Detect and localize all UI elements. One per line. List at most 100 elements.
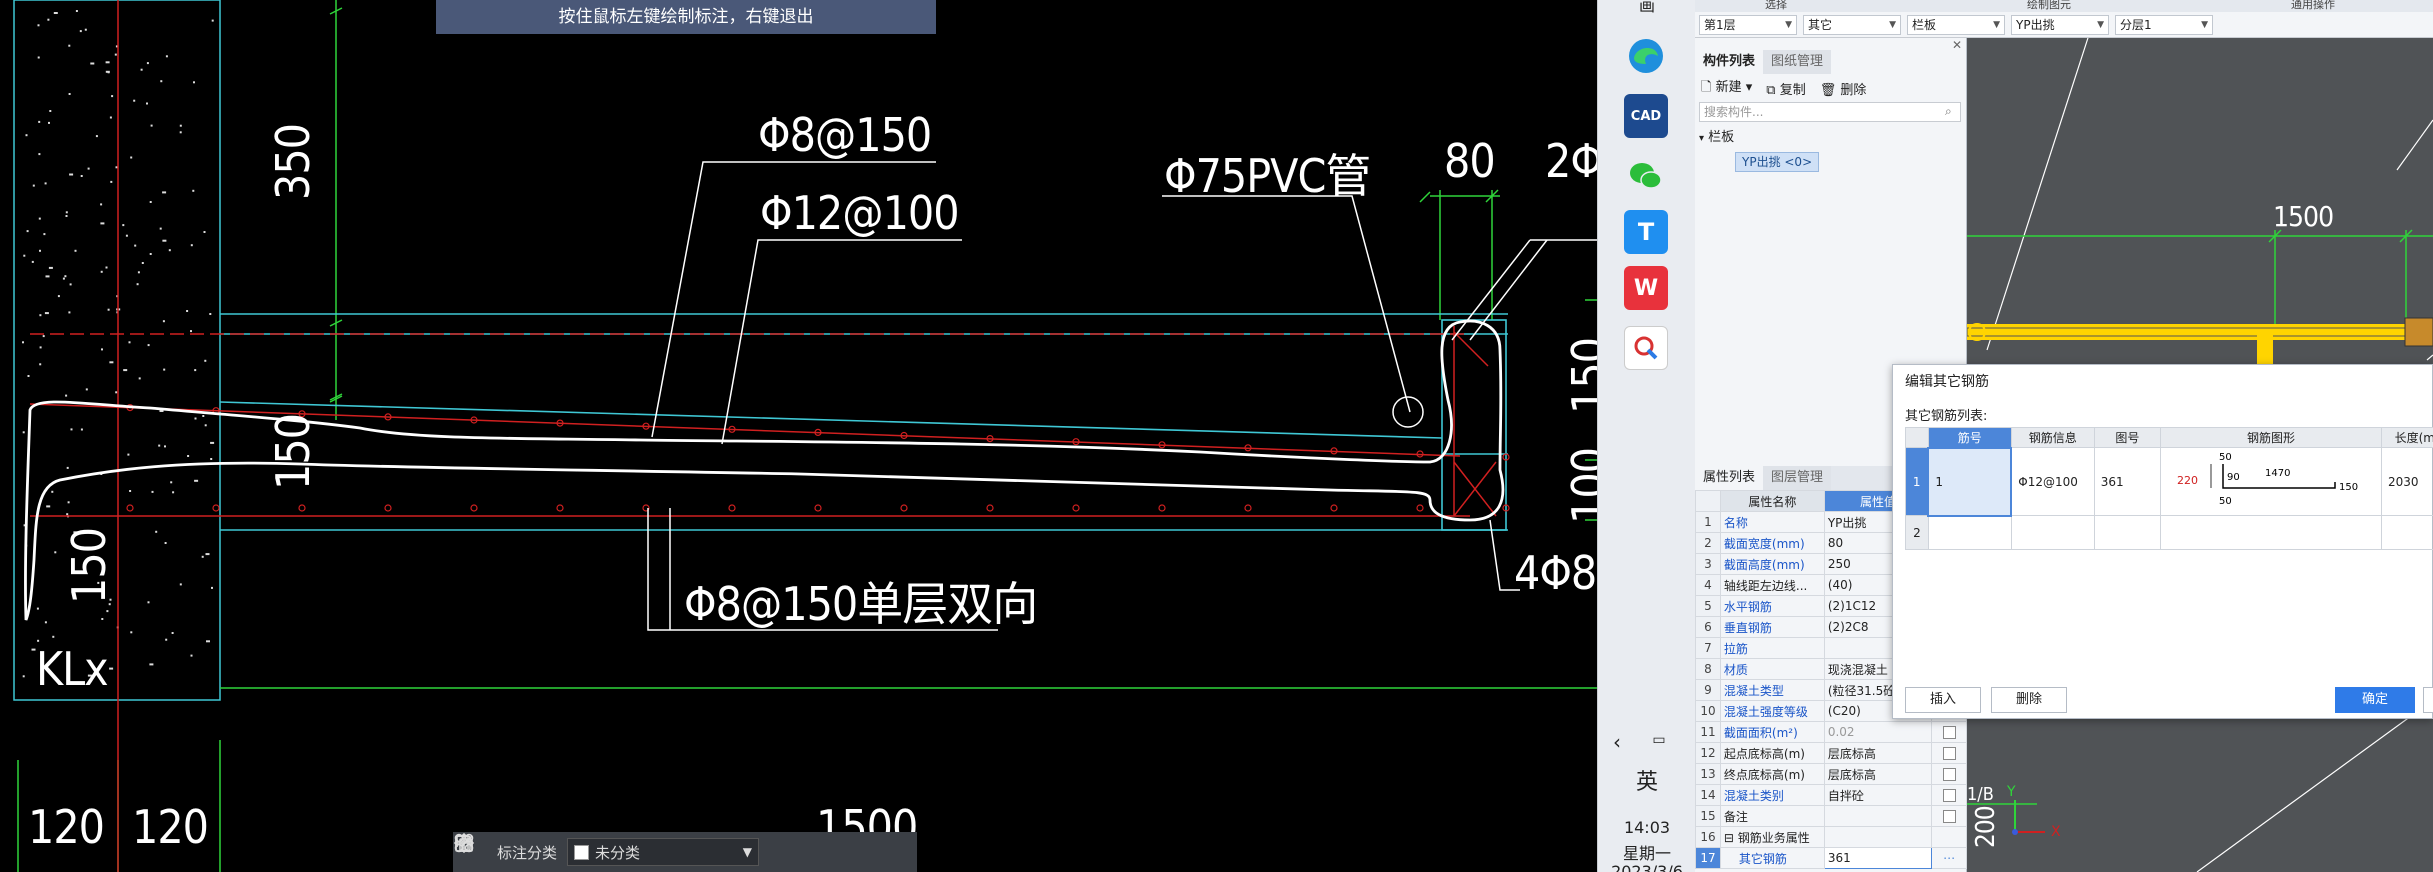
- checkbox[interactable]: [1942, 747, 1956, 760]
- property-row[interactable]: 17 其它钢筋 361 ⋯: [1695, 847, 1967, 869]
- cell-figure-no[interactable]: [2093, 515, 2162, 550]
- layer-value: 分层1: [2120, 18, 2152, 32]
- cell-bar-info[interactable]: Φ12@100: [2010, 447, 2095, 516]
- rebar-row[interactable]: 2: [1905, 515, 2433, 550]
- ribbon-group-draw[interactable]: 绘制图元: [2027, 0, 2071, 12]
- new-button[interactable]: 🗋 新建 ▾: [1701, 76, 1752, 100]
- ime-indicator[interactable]: 英: [1598, 764, 1696, 796]
- ok-button[interactable]: 确定: [2335, 687, 2415, 713]
- checkbox[interactable]: [1942, 768, 1956, 781]
- property-row[interactable]: 14 混凝土类别 自拌砼: [1695, 784, 1967, 806]
- extra-checkbox[interactable]: [1931, 742, 1967, 764]
- property-value[interactable]: 层底标高: [1823, 763, 1933, 785]
- header-bar-shape: 钢筋图形: [2160, 427, 2382, 448]
- category-dropdown[interactable]: 其它 ▼: [1803, 14, 1901, 35]
- checkbox[interactable]: [1942, 726, 1956, 739]
- property-index: 13: [1695, 763, 1721, 785]
- chevron-down-icon: ▼: [1993, 19, 2000, 30]
- type-dropdown[interactable]: 栏板 ▼: [1907, 14, 2005, 35]
- cell-bar-no[interactable]: 1: [1927, 446, 2013, 517]
- cell-length[interactable]: [2380, 515, 2433, 550]
- extra-checkbox[interactable]: [1931, 721, 1967, 743]
- property-value[interactable]: 0.02: [1823, 721, 1933, 743]
- rebar-row[interactable]: 1 1 Φ12@100 361 220 50 90 1470 150 50 20…: [1905, 446, 2433, 517]
- clock-time[interactable]: 14:03: [1598, 818, 1696, 837]
- svg-text:90: 90: [2227, 472, 2240, 483]
- wps-icon[interactable]: W: [1624, 266, 1668, 310]
- edge-icon[interactable]: [1624, 34, 1668, 78]
- property-value[interactable]: 361: [1823, 847, 1933, 869]
- keyboard-icon[interactable]: ▭: [1610, 732, 1708, 748]
- tab-drawing-management[interactable]: 图纸管理: [1763, 50, 1832, 74]
- cancel-button[interactable]: [2423, 687, 2433, 713]
- property-row[interactable]: 11 截面面积(m²) 0.02: [1695, 721, 1967, 743]
- ribbon-group-common[interactable]: 通用操作: [2291, 0, 2335, 12]
- delete-button[interactable]: 🗑 删除: [1820, 79, 1867, 98]
- annotation-category-select[interactable]: 未分类 ▼: [567, 838, 760, 866]
- component-dropdown[interactable]: YP出挑 ▼: [2011, 14, 2109, 35]
- checkbox[interactable]: [1942, 789, 1956, 802]
- extra-checkbox[interactable]: [1931, 805, 1967, 827]
- property-row[interactable]: 12 起点底标高(m) 层底标高: [1695, 742, 1967, 764]
- property-name: 材质: [1719, 658, 1825, 680]
- property-name: 名称: [1719, 511, 1825, 533]
- label-dim-100-right: 100: [1562, 448, 1597, 524]
- tab-component-list[interactable]: 构件列表: [1695, 50, 1763, 74]
- cell-bar-shape[interactable]: 220 50 90 1470 150 50: [2160, 447, 2382, 516]
- insert-button[interactable]: 插入: [1905, 687, 1981, 713]
- copy-button[interactable]: ⧉ 复制: [1766, 79, 1805, 98]
- copy-icon[interactable]: [456, 835, 867, 865]
- property-index: 3: [1695, 553, 1721, 575]
- wechat-icon[interactable]: [1624, 154, 1668, 198]
- checkbox[interactable]: [1942, 810, 1956, 823]
- rebar-shape-drawing: 220 50 90 1470 150 50: [2177, 452, 2358, 507]
- filter-dropdowns: 第1层 ▼ 其它 ▼ 栏板 ▼ YP出挑 ▼ 分层1 ▼: [1695, 12, 2433, 38]
- cell-figure-no[interactable]: 361: [2093, 447, 2162, 516]
- cell-bar-no[interactable]: [1927, 515, 2012, 550]
- tab-layer-management[interactable]: 图层管理: [1763, 466, 1832, 490]
- label-dim-120-b: 120: [132, 800, 209, 854]
- cad-icon[interactable]: CAD: [1624, 94, 1668, 138]
- property-value[interactable]: 层底标高: [1823, 742, 1933, 764]
- property-row[interactable]: 13 终点底标高(m) 层底标高: [1695, 763, 1967, 785]
- header-name: 属性名称: [1719, 490, 1825, 512]
- move-icon[interactable]: [453, 832, 831, 865]
- component-value: YP出挑: [2016, 18, 2055, 32]
- edit-icon[interactable]: [455, 835, 795, 865]
- tencent-docs-icon[interactable]: T: [1624, 210, 1668, 254]
- header-figure-no: 图号: [2093, 427, 2162, 448]
- property-name: 备注: [1719, 805, 1825, 827]
- paste-icon[interactable]: [455, 835, 903, 865]
- glodon-icon[interactable]: [1624, 326, 1668, 370]
- tab-property-list[interactable]: 属性列表: [1695, 466, 1764, 490]
- screen: 按住鼠标左键绘制标注，右键退出 Φ8@150 Φ12@100 Φ75PVC管 8…: [0, 0, 2433, 872]
- tree-node-parapet[interactable]: ▾ 栏板: [1699, 128, 1819, 148]
- type-value: 栏板: [1912, 18, 1937, 32]
- clock-date[interactable]: 2023/3/6: [1598, 862, 1696, 872]
- close-icon[interactable]: ✕: [1952, 38, 1962, 52]
- header-length: 长度(mm): [2380, 427, 2433, 448]
- property-value[interactable]: [1823, 805, 1933, 827]
- floor-dropdown[interactable]: 第1层 ▼: [1699, 14, 1797, 35]
- label-rebar-2phi: 2Φ: [1545, 134, 1597, 188]
- cad-viewport[interactable]: 按住鼠标左键绘制标注，右键退出 Φ8@150 Φ12@100 Φ75PVC管 8…: [0, 0, 1597, 872]
- category-swatch: [574, 844, 590, 860]
- property-row[interactable]: 15 备注: [1695, 805, 1967, 827]
- extra-checkbox[interactable]: [1931, 784, 1967, 806]
- property-index: 6: [1695, 616, 1721, 638]
- cell-bar-shape[interactable]: [2160, 515, 2382, 550]
- property-index: 5: [1695, 595, 1721, 617]
- clock-weekday[interactable]: 星期一: [1598, 840, 1696, 864]
- layer-dropdown[interactable]: 分层1 ▼: [2115, 14, 2213, 35]
- cell-length[interactable]: 2030: [2380, 447, 2433, 516]
- delete-button[interactable]: 删除: [1991, 687, 2067, 713]
- property-row[interactable]: 16 ⊟ 钢筋业务属性: [1695, 826, 1967, 848]
- ribbon-group-select[interactable]: 选择: [1765, 0, 1787, 12]
- property-value[interactable]: [1823, 826, 1933, 848]
- cell-bar-info[interactable]: [2010, 515, 2095, 550]
- extra-checkbox[interactable]: [1931, 763, 1967, 785]
- property-value[interactable]: 自拌砼: [1823, 784, 1933, 806]
- chevron-down-icon: ▼: [1889, 19, 1896, 30]
- component-search-input[interactable]: 搜索构件...: [1699, 102, 1961, 122]
- tree-leaf-yp[interactable]: YP出挑 <0>: [1735, 152, 1820, 172]
